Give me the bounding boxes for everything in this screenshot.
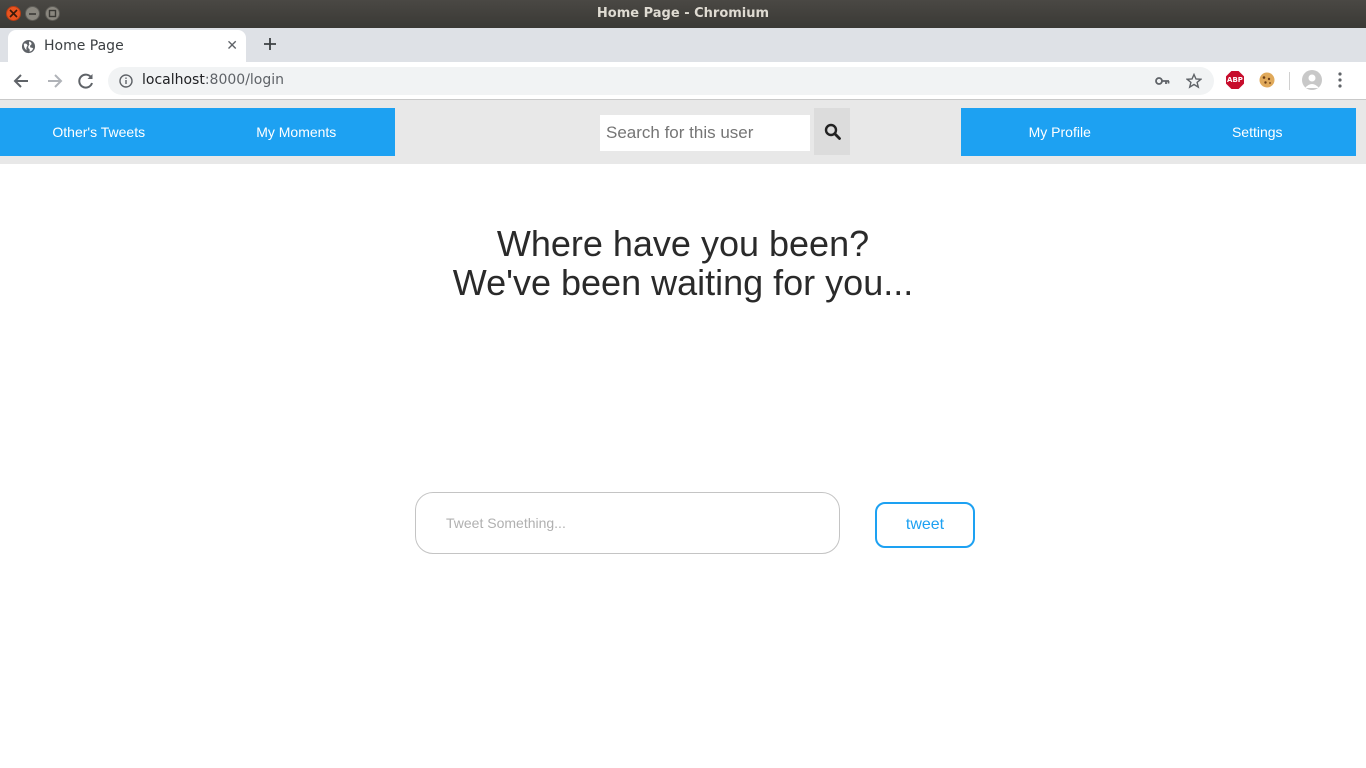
info-icon[interactable]: [119, 74, 133, 88]
tab-title: Home Page: [44, 38, 124, 54]
cookie-icon[interactable]: [1258, 71, 1276, 89]
tab-home-page[interactable]: Home Page ✕: [8, 30, 246, 62]
tweet-input[interactable]: [415, 492, 840, 554]
window-title: Home Page - Chromium: [596, 6, 770, 21]
site-navbar: Other's Tweets My Moments My Profile Set…: [0, 100, 1366, 164]
nav-my-profile[interactable]: My Profile: [961, 108, 1159, 156]
tweet-button[interactable]: tweet: [875, 502, 975, 548]
new-tab-icon[interactable]: [260, 34, 280, 54]
browser-toolbar: localhost:8000/login ABP: [0, 62, 1366, 100]
nav-right-group: My Profile Settings: [961, 108, 1356, 156]
headline-line-2: We've been waiting for you...: [452, 262, 914, 303]
profile-avatar-icon[interactable]: [1302, 70, 1322, 90]
key-icon[interactable]: [1154, 73, 1170, 89]
bookmark-star-icon[interactable]: [1186, 73, 1202, 89]
nav-settings[interactable]: Settings: [1159, 108, 1357, 156]
reload-icon[interactable]: [76, 71, 96, 91]
user-search-input[interactable]: [600, 115, 810, 151]
window-titlebar: Home Page - Chromium: [0, 0, 1366, 28]
url-path: :8000/login: [204, 72, 285, 88]
url-host: localhost: [142, 72, 205, 88]
nav-my-moments[interactable]: My Moments: [198, 108, 396, 156]
nav-others-tweets[interactable]: Other's Tweets: [0, 108, 198, 156]
address-bar[interactable]: localhost:8000/login: [108, 67, 1214, 95]
page-headline: Where have you been? We've been waiting …: [0, 224, 1366, 302]
headline-line-1: Where have you been?: [496, 223, 870, 264]
globe-icon: [21, 39, 36, 54]
adblock-plus-icon[interactable]: ABP: [1226, 71, 1244, 89]
tab-close-icon[interactable]: ✕: [226, 38, 238, 54]
search-button[interactable]: [814, 108, 850, 155]
url-text: localhost:8000/login: [142, 72, 284, 88]
toolbar-separator: [1289, 72, 1290, 90]
back-arrow-icon[interactable]: [12, 71, 32, 91]
tab-strip: Home Page ✕: [0, 28, 1366, 62]
forward-arrow-icon[interactable]: [44, 71, 64, 91]
nav-left-group: Other's Tweets My Moments: [0, 108, 395, 156]
more-menu-icon[interactable]: [1338, 72, 1342, 88]
search-icon: [824, 123, 841, 140]
